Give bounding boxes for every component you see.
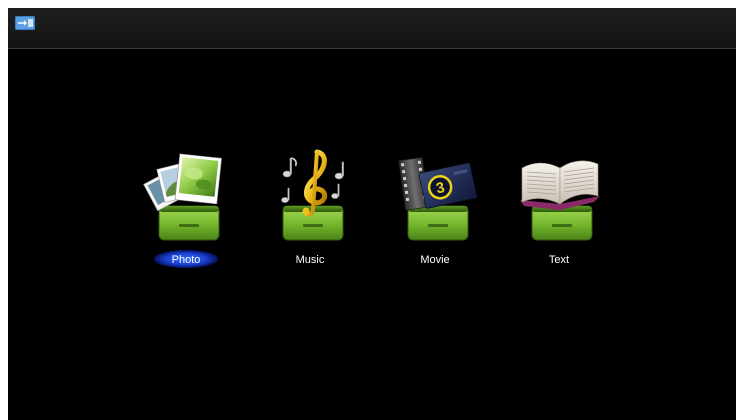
menu-item-label: Text (548, 254, 570, 266)
menu-item-text[interactable]: Text (509, 144, 609, 284)
media-player-screen: Photo Music 3 Movie Text (8, 8, 736, 420)
film-reel-icon: 3 (398, 157, 478, 241)
menu-item-label: Photo (171, 254, 201, 266)
open-book-icon (520, 160, 600, 241)
menu-item-movie[interactable]: 3 Movie (385, 144, 485, 284)
menu-item-music[interactable]: Music (260, 144, 360, 284)
media-menu: Photo Music 3 Movie Text (8, 8, 736, 420)
menu-item-label: Movie (420, 254, 450, 266)
music-note-icon (281, 149, 344, 241)
photo-stack-icon (143, 153, 222, 241)
menu-item-label: Music (295, 254, 325, 266)
menu-item-photo[interactable]: Photo (136, 144, 236, 284)
